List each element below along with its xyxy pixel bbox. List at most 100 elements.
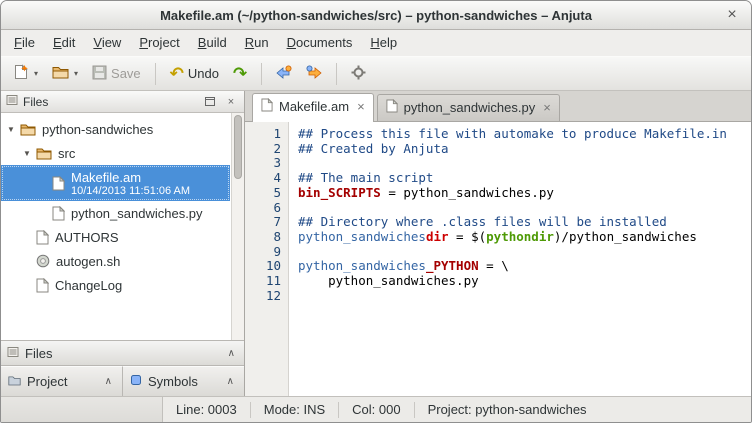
tab-close-icon[interactable]: ×	[357, 101, 365, 112]
file-icon	[386, 99, 398, 116]
files-collapsed-title: Files	[25, 346, 52, 361]
file-icon	[52, 206, 65, 221]
dock-tab-project[interactable]: Project ∧	[1, 366, 123, 396]
tree-item-changelog[interactable]: ChangeLog	[1, 273, 244, 297]
code-line: python_sandwiches_PYTHON = \	[298, 259, 751, 274]
collapse-icon[interactable]: ∧	[102, 376, 115, 387]
expander-icon[interactable]: ▼	[7, 125, 20, 134]
save-button-label: Save	[111, 66, 141, 81]
nav-next-icon	[306, 65, 322, 83]
line-number: 2	[245, 142, 281, 157]
dock-tab-label: Project	[27, 374, 96, 389]
editor-pane: Makefile.am×python_sandwiches.py× 123456…	[245, 91, 751, 396]
menu-run[interactable]: Run	[236, 30, 278, 56]
tree-item-label: python_sandwiches.py	[71, 206, 203, 221]
menubar: FileEditViewProjectBuildRunDocumentsHelp	[1, 30, 751, 56]
dock-tab-symbols[interactable]: Symbols ∧	[123, 366, 244, 396]
file-icon	[36, 230, 49, 245]
dock-tab-label: Symbols	[148, 374, 218, 389]
file-icon	[36, 278, 49, 293]
tree-item-authors[interactable]: AUTHORS	[1, 225, 244, 249]
menu-project[interactable]: Project	[130, 30, 188, 56]
tree-scrollbar[interactable]	[231, 113, 244, 340]
collapse-icon[interactable]: ∧	[225, 348, 238, 359]
menu-file[interactable]: File	[5, 30, 44, 56]
editor-tab-python-sandwiches-py[interactable]: python_sandwiches.py ×	[377, 94, 560, 121]
files-panel-header[interactable]: Files ×	[1, 91, 244, 113]
line-number-gutter: 123456789101112	[245, 122, 289, 396]
new-file-dropdown-icon[interactable]: ▾	[34, 69, 38, 78]
editor-body[interactable]: 123456789101112 ## Process this file wit…	[245, 121, 751, 396]
nav-next-button[interactable]	[300, 60, 328, 88]
code-line: python_sandwiches.py	[298, 274, 751, 289]
editor-tab-makefile-am[interactable]: Makefile.am×	[252, 93, 374, 122]
menu-view[interactable]: View	[84, 30, 130, 56]
folder-icon	[20, 123, 36, 136]
menu-documents[interactable]: Documents	[278, 30, 362, 56]
file-icon	[261, 98, 273, 115]
new-file-button[interactable]: ▾	[8, 59, 44, 88]
tab-close-icon[interactable]: ×	[543, 102, 551, 113]
tree-item-python-sandwiches[interactable]: ▼ python-sandwiches	[1, 117, 244, 141]
tree-item-python-sandwiches-py[interactable]: python_sandwiches.py	[1, 201, 244, 225]
line-number: 9	[245, 245, 281, 260]
tree-scrollbar-thumb[interactable]	[234, 115, 242, 179]
status-mode: Mode: INS	[251, 402, 339, 418]
open-folder-icon	[52, 65, 69, 82]
tree-item-label: Makefile.am	[71, 170, 190, 185]
code-line: python_sandwichesdir = $(pythondir)/pyth…	[298, 230, 751, 245]
script-icon	[36, 254, 50, 268]
save-icon	[92, 65, 107, 83]
line-number: 6	[245, 201, 281, 216]
line-number: 5	[245, 186, 281, 201]
collapse-icon[interactable]: ∧	[224, 376, 237, 387]
statusbar: Line: 0003 Mode: INS Col: 000 Project: p…	[1, 396, 751, 422]
open-file-button[interactable]: ▾	[46, 60, 84, 87]
tree-item-date: 10/14/2013 11:51:06 AM	[71, 185, 190, 197]
files-panel-title: Files	[23, 95, 48, 109]
tree-item-src[interactable]: ▼ src	[1, 141, 244, 165]
menu-help[interactable]: Help	[361, 30, 406, 56]
titlebar[interactable]: Makefile.am (~/python-sandwiches/src) – …	[1, 1, 751, 30]
tree-item-label: AUTHORS	[55, 230, 119, 245]
menu-edit[interactable]: Edit	[44, 30, 84, 56]
close-panel-icon[interactable]: ×	[223, 94, 239, 109]
menu-build[interactable]: Build	[189, 30, 236, 56]
save-button[interactable]: Save	[86, 60, 147, 88]
nav-prev-button[interactable]	[270, 60, 298, 88]
redo-icon: ↷	[233, 66, 247, 81]
code-line: ## Created by Anjuta	[298, 142, 751, 157]
code-line	[298, 289, 751, 304]
undo-button[interactable]: ↶ Undo	[164, 61, 225, 86]
new-file-icon	[14, 64, 29, 83]
code-line	[298, 201, 751, 216]
tree-item-makefile-am[interactable]: Makefile.am10/14/2013 11:51:06 AM	[1, 165, 230, 201]
gear-icon	[351, 65, 366, 83]
editor-tab-label: python_sandwiches.py	[404, 100, 536, 115]
statusbar-grip	[1, 397, 163, 422]
files-collapsed-panel[interactable]: Files ∧	[1, 340, 244, 366]
toolbar: ▾ ▾ Save ↶ Undo ↷	[1, 56, 751, 91]
code-line: bin_SCRIPTS = python_sandwiches.py	[298, 186, 751, 201]
detach-panel-icon[interactable]	[202, 94, 218, 109]
preferences-button[interactable]	[345, 60, 372, 88]
line-number: 10	[245, 259, 281, 274]
code-area[interactable]: ## Process this file with automake to pr…	[289, 122, 751, 396]
tree-item-label: python-sandwiches	[42, 122, 153, 137]
redo-button[interactable]: ↷	[227, 61, 253, 86]
status-col: Col: 000	[339, 402, 414, 418]
line-number: 3	[245, 156, 281, 171]
close-icon[interactable]: ×	[722, 5, 742, 25]
code-line: ## Directory where .class files will be …	[298, 215, 751, 230]
line-number: 1	[245, 127, 281, 142]
open-file-dropdown-icon[interactable]: ▾	[74, 69, 78, 78]
editor-tabbar: Makefile.am× python_sandwiches.py ×	[245, 91, 751, 121]
expander-icon[interactable]: ▼	[23, 149, 36, 158]
tree-item-autogen-sh[interactable]: autogen.sh	[1, 249, 244, 273]
tree-item-label: ChangeLog	[55, 278, 122, 293]
tree-item-label: src	[58, 146, 75, 161]
line-number: 11	[245, 274, 281, 289]
toolbar-separator	[261, 63, 262, 85]
undo-button-label: Undo	[188, 66, 219, 81]
status-project: Project: python-sandwiches	[415, 402, 600, 418]
